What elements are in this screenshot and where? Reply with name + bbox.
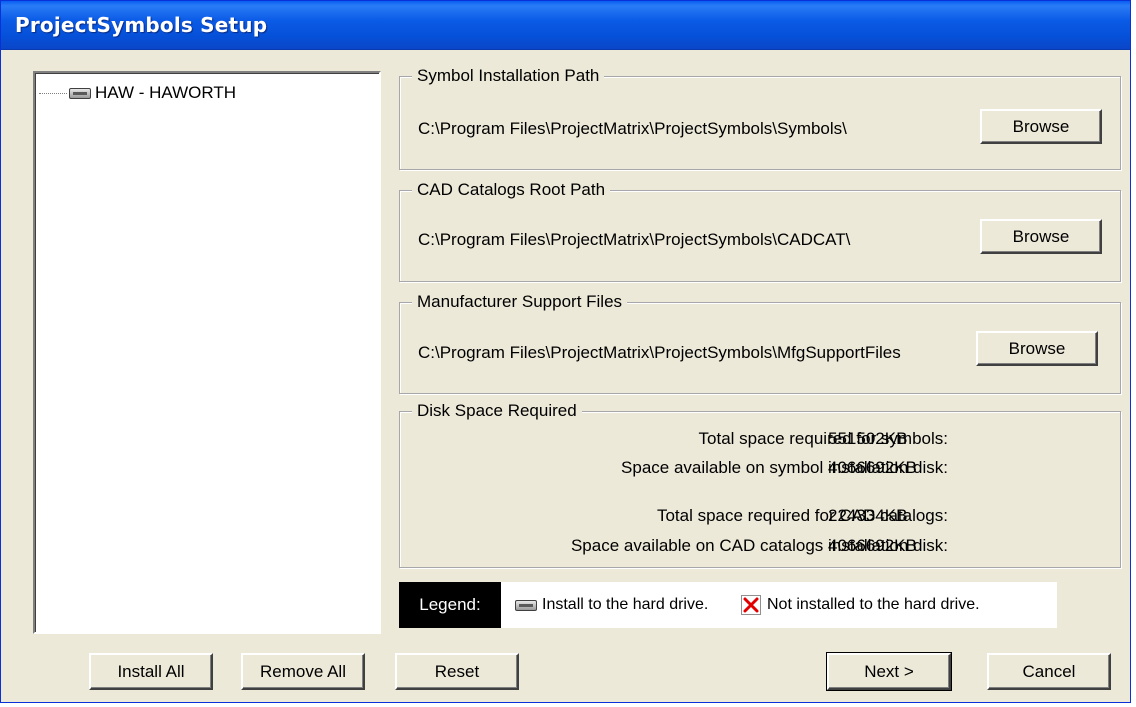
disk-symbols-required-value: 551502KB: [828, 429, 908, 448]
legend-installed: Install to the hard drive.: [515, 582, 708, 628]
cad-path-label: CAD Catalogs Root Path: [412, 180, 611, 200]
legend-not-installed-text: Not installed to the hard drive.: [767, 596, 980, 613]
cad-path-value: C:\Program Files\ProjectMatrix\ProjectSy…: [418, 230, 851, 249]
setup-dialog: ProjectSymbols Setup HAW - HAWORTH Symbo…: [0, 0, 1131, 703]
window-title: ProjectSymbols Setup: [15, 13, 268, 37]
install-all-button[interactable]: Install All: [89, 653, 213, 690]
disk-symbols-available-value: 4066692KB: [828, 458, 917, 477]
manufacturer-tree[interactable]: HAW - HAWORTH: [33, 71, 381, 634]
disk-space-label: Disk Space Required: [412, 401, 582, 421]
symbol-path-group: Symbol Installation Path C:\Program File…: [399, 66, 1121, 170]
title-bar[interactable]: ProjectSymbols Setup: [1, 1, 1130, 50]
mfg-path-group: Manufacturer Support Files C:\Program Fi…: [399, 292, 1121, 394]
mfg-path-browse-button[interactable]: Browse: [976, 331, 1098, 366]
legend-title: Legend:: [399, 582, 501, 628]
tree-item-label: HAW - HAWORTH: [95, 83, 237, 102]
cancel-button[interactable]: Cancel: [987, 653, 1111, 690]
next-button[interactable]: Next >: [826, 652, 952, 691]
tree-connector: [39, 92, 67, 94]
red-x-icon: [741, 595, 761, 615]
disk-cad-available-value: 4066692KB: [828, 536, 917, 555]
legend-not-installed: Not installed to the hard drive.: [741, 582, 980, 628]
hard-drive-icon: [515, 599, 537, 611]
remove-all-button[interactable]: Remove All: [241, 653, 365, 690]
legend: Legend: Install to the hard drive. Not i…: [399, 582, 1057, 628]
hard-drive-icon: [69, 87, 91, 99]
disk-symbols-required-label: Total space required for symbols:: [698, 429, 948, 448]
tree-item-haworth[interactable]: HAW - HAWORTH: [39, 82, 236, 104]
cad-path-browse-button[interactable]: Browse: [980, 219, 1102, 254]
mfg-path-value: C:\Program Files\ProjectMatrix\ProjectSy…: [418, 343, 901, 362]
legend-installed-text: Install to the hard drive.: [542, 596, 709, 613]
cad-path-group: CAD Catalogs Root Path C:\Program Files\…: [399, 180, 1121, 282]
dialog-body: HAW - HAWORTH Symbol Installation Path C…: [1, 49, 1130, 702]
symbol-path-label: Symbol Installation Path: [412, 66, 605, 86]
symbol-path-browse-button[interactable]: Browse: [980, 109, 1102, 144]
symbol-path-value: C:\Program Files\ProjectMatrix\ProjectSy…: [418, 119, 847, 138]
mfg-path-label: Manufacturer Support Files: [412, 292, 628, 312]
disk-cad-required-value: 224334KB: [828, 506, 908, 525]
reset-button[interactable]: Reset: [395, 653, 519, 690]
disk-space-group: Disk Space Required Total space required…: [399, 401, 1121, 568]
